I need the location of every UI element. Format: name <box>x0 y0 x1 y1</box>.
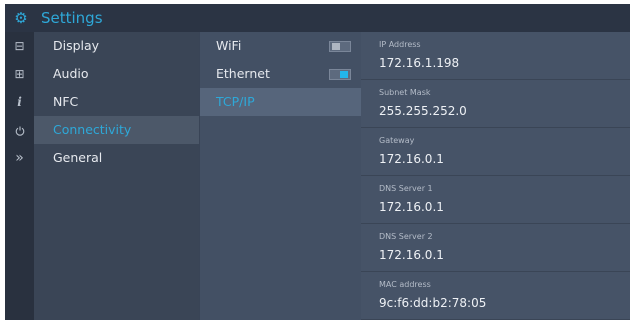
field-value: 9c:f6:dd:b2:78:05 <box>379 296 487 310</box>
info-icon[interactable]: i <box>5 88 34 116</box>
submenu-item-ethernet[interactable]: Ethernet <box>200 60 361 88</box>
toggle-knob <box>340 71 348 78</box>
submenu-item-label: WiFi <box>216 38 242 53</box>
toggle-knob <box>332 43 340 50</box>
field-dns-server-2[interactable]: DNS Server 2 172.16.0.1 <box>361 224 630 272</box>
page-title: Settings <box>41 9 103 27</box>
settings-menu: Display Audio NFC Connectivity General <box>34 32 199 320</box>
field-dns-server-1[interactable]: DNS Server 1 172.16.0.1 <box>361 176 630 224</box>
settings-window: ⚙ Settings ⊟ ⊞ i » Display Audio NFC Con… <box>5 4 630 320</box>
ethernet-toggle[interactable] <box>329 69 351 80</box>
field-value: 172.16.0.1 <box>379 200 444 214</box>
field-subnet-mask[interactable]: Subnet Mask 255.255.252.0 <box>361 80 630 128</box>
audio-icon[interactable]: ⊞ <box>5 60 34 88</box>
field-gateway[interactable]: Gateway 172.16.0.1 <box>361 128 630 176</box>
title-bar: ⚙ Settings <box>5 4 630 32</box>
field-value: 172.16.0.1 <box>379 248 444 262</box>
menu-item-connectivity[interactable]: Connectivity <box>34 116 199 144</box>
gear-icon: ⚙ <box>14 9 28 27</box>
submenu-item-tcpip[interactable]: TCP/IP <box>200 88 361 116</box>
field-label: DNS Server 1 <box>379 184 433 193</box>
field-value: 255.255.252.0 <box>379 104 467 118</box>
field-value: 172.16.0.1 <box>379 152 444 166</box>
field-label: DNS Server 2 <box>379 232 433 241</box>
field-mac-address[interactable]: MAC address 9c:f6:dd:b2:78:05 <box>361 272 630 320</box>
submenu-item-wifi[interactable]: WiFi <box>200 32 361 60</box>
menu-item-audio[interactable]: Audio <box>34 60 199 88</box>
menu-item-nfc[interactable]: NFC <box>34 88 199 116</box>
field-ip-address[interactable]: IP Address 172.16.1.198 <box>361 32 630 80</box>
field-label: Subnet Mask <box>379 88 431 97</box>
wifi-toggle[interactable] <box>329 41 351 52</box>
tcpip-details: IP Address 172.16.1.198 Subnet Mask 255.… <box>361 32 630 320</box>
icon-rail: ⊟ ⊞ i » <box>5 32 34 320</box>
field-label: IP Address <box>379 40 421 49</box>
submenu-item-label: Ethernet <box>216 66 270 81</box>
field-value: 172.16.1.198 <box>379 56 460 70</box>
field-label: MAC address <box>379 280 431 289</box>
menu-item-general[interactable]: General <box>34 144 199 172</box>
field-label: Gateway <box>379 136 415 145</box>
power-icon[interactable] <box>5 116 34 144</box>
connectivity-submenu: WiFi Ethernet TCP/IP <box>199 32 361 320</box>
menu-item-display[interactable]: Display <box>34 32 199 60</box>
display-icon[interactable]: ⊟ <box>5 32 34 60</box>
chevron-right-icon[interactable]: » <box>5 144 34 172</box>
